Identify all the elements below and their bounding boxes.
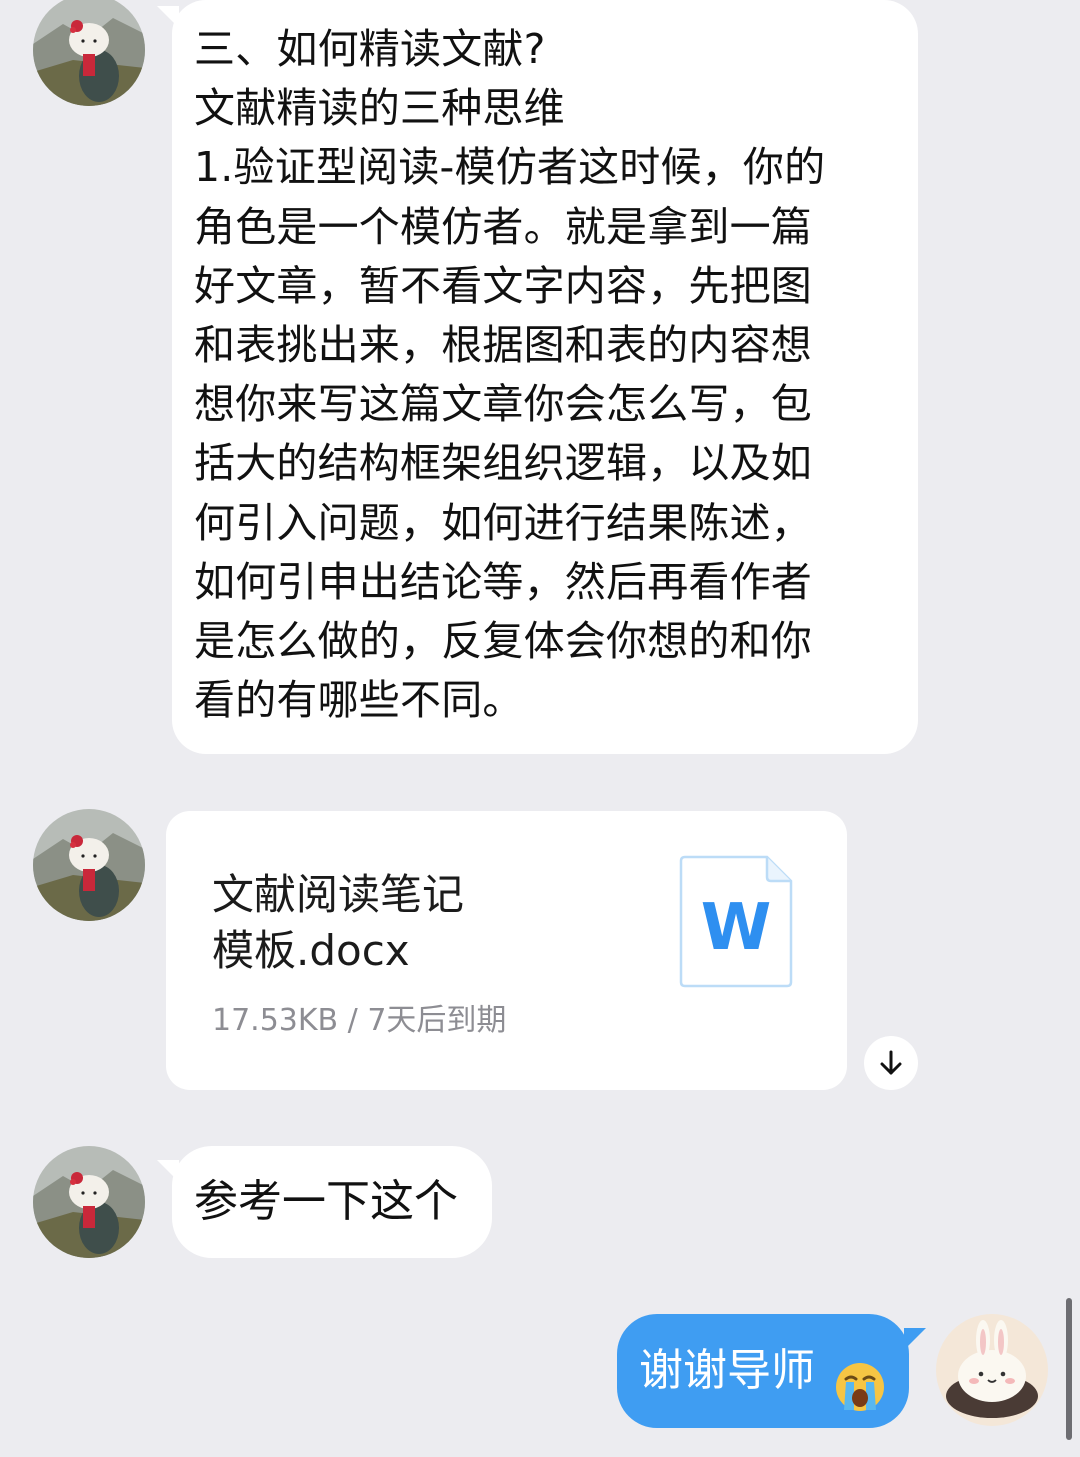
message-line: 角色是一个模仿者。就是拿到一篇 — [194, 202, 812, 251]
message-line: 看的有哪些不同。 — [194, 676, 524, 725]
message-line: 括大的结构框架组织逻辑，以及如 — [194, 439, 812, 488]
user-avatar-image — [936, 1314, 1048, 1426]
user-avatar[interactable] — [936, 1314, 1048, 1426]
sender-avatar[interactable] — [33, 1146, 145, 1258]
message-line: 文献精读的三种思维 — [194, 84, 565, 133]
message-line: 三、如何精读文献? — [194, 25, 546, 73]
message-line: 想你来写这篇文章你会怎么写，包 — [194, 380, 812, 429]
file-attachment-card[interactable]: 文献阅读笔记 模板.docx 17.53KB / 7天后到期 W — [166, 811, 847, 1090]
message-bubble-thanks[interactable]: 谢谢导师 — [617, 1314, 909, 1428]
download-arrow-icon — [880, 1050, 902, 1075]
message-line: 好文章，暂不看文字内容，先把图 — [194, 261, 812, 310]
message-text: 谢谢导师 — [639, 1345, 815, 1396]
word-icon-letter: W — [701, 891, 772, 965]
file-name: 文献阅读笔记 — [212, 870, 465, 919]
message-bubble-how-to-read[interactable]: 三、如何精读文献? 文献精读的三种思维 1.验证型阅读-模仿者这时候，你的 角色… — [172, 0, 918, 754]
file-name: 模板.docx — [212, 926, 410, 975]
word-document-icon: W — [679, 855, 793, 988]
sender-avatar-image — [33, 1146, 145, 1258]
message-bubble-reference[interactable]: 参考一下这个 — [172, 1146, 492, 1258]
message-line: 是怎么做的，反复体会你想的和你 — [194, 617, 812, 666]
download-button[interactable] — [864, 1036, 918, 1090]
message-line: 何引入问题，如何进行结果陈述， — [194, 498, 812, 547]
sender-avatar-image — [33, 0, 145, 106]
message-line: 和表挑出来，根据图和表的内容想 — [194, 321, 812, 370]
sender-avatar[interactable] — [33, 809, 145, 921]
crying-face-emoji — [833, 1343, 887, 1411]
message-line: 1.验证型阅读-模仿者这时候，你的 — [194, 143, 826, 192]
scrollbar[interactable] — [1066, 1298, 1072, 1440]
sender-avatar[interactable] — [33, 0, 145, 106]
sender-avatar-image — [33, 809, 145, 921]
message-line: 如何引申出结论等，然后再看作者 — [194, 557, 812, 606]
file-size-expiry: 17.53KB / 7天后到期 — [212, 1003, 507, 1038]
